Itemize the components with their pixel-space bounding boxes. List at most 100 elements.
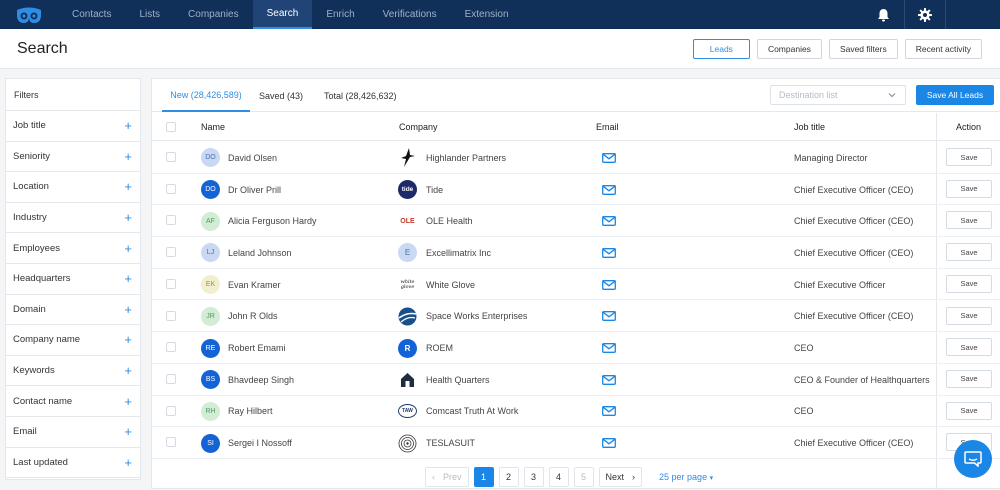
user-menu[interactable] xyxy=(946,0,1000,29)
companies-button[interactable]: Companies xyxy=(756,39,822,59)
filter-job-title[interactable]: Job title + xyxy=(6,111,140,142)
row-checkbox[interactable] xyxy=(166,342,176,353)
per-page-select[interactable]: 25 per page ▾ xyxy=(659,472,713,482)
chat-widget-icon[interactable] xyxy=(954,440,992,478)
row-checkbox[interactable] xyxy=(166,310,176,321)
lead-name[interactable]: Ray Hilbert xyxy=(228,406,273,416)
row-checkbox[interactable] xyxy=(166,437,176,448)
plus-icon[interactable]: + xyxy=(124,272,132,285)
save-lead-button[interactable]: Save xyxy=(946,306,992,325)
nav-item-search[interactable]: Search xyxy=(252,0,313,29)
plus-icon[interactable]: + xyxy=(124,395,132,408)
company-name[interactable]: Highlander Partners xyxy=(426,153,506,163)
filter-last-updated[interactable]: Last updated + xyxy=(6,448,140,479)
plus-icon[interactable]: + xyxy=(124,211,132,224)
company-name[interactable]: Comcast Truth At Work xyxy=(426,406,518,416)
filter-contact-name[interactable]: Contact name + xyxy=(6,386,140,417)
company-name[interactable]: OLE Health xyxy=(426,216,473,226)
notifications-bell-icon[interactable] xyxy=(862,0,904,29)
nav-item-companies[interactable]: Companies xyxy=(174,0,253,29)
next-page-button[interactable]: Next › xyxy=(598,467,643,487)
row-checkbox[interactable] xyxy=(166,152,176,162)
filter-email[interactable]: Email + xyxy=(6,417,140,448)
save-all-leads-button[interactable]: Save All Leads xyxy=(916,85,994,105)
page-1-button[interactable]: 1 xyxy=(473,467,494,487)
row-checkbox[interactable] xyxy=(166,278,176,289)
recent-activity-button[interactable]: Recent activity xyxy=(904,39,982,59)
app-logo-icon[interactable] xyxy=(0,0,58,29)
row-checkbox[interactable] xyxy=(166,247,176,258)
email-envelope-icon[interactable] xyxy=(602,247,616,258)
plus-icon[interactable]: + xyxy=(124,242,132,255)
lead-name[interactable]: Robert Emami xyxy=(228,343,286,353)
filter-company-name[interactable]: Company name + xyxy=(6,325,140,356)
leads-button[interactable]: Leads xyxy=(692,39,750,59)
filter-domain[interactable]: Domain + xyxy=(6,295,140,326)
save-lead-button[interactable]: Save xyxy=(946,338,992,357)
nav-item-enrich[interactable]: Enrich xyxy=(312,0,368,29)
email-envelope-icon[interactable] xyxy=(602,279,616,290)
row-checkbox[interactable] xyxy=(166,183,176,194)
email-envelope-icon[interactable] xyxy=(602,311,616,322)
page-4-button[interactable]: 4 xyxy=(548,467,569,487)
save-lead-button[interactable]: Save xyxy=(946,179,992,198)
email-envelope-icon[interactable] xyxy=(602,406,616,417)
select-all-checkbox[interactable] xyxy=(166,122,176,132)
save-lead-button[interactable]: Save xyxy=(946,401,992,420)
filter-industry[interactable]: Industry + xyxy=(6,203,140,234)
page-3-button[interactable]: 3 xyxy=(523,467,544,487)
destination-list-select[interactable]: Destination list xyxy=(770,85,906,105)
tab-new[interactable]: New (28,426,589) xyxy=(162,79,250,112)
lead-name[interactable]: Sergei I Nossoff xyxy=(228,438,292,448)
row-checkbox[interactable] xyxy=(166,215,176,226)
tab-saved[interactable]: Saved (43) xyxy=(259,79,303,112)
company-name[interactable]: Tide xyxy=(426,185,443,195)
tab-total[interactable]: Total (28,426,632) xyxy=(324,79,397,112)
lead-name[interactable]: David Olsen xyxy=(228,153,277,163)
lead-name[interactable]: Bhavdeep Singh xyxy=(228,375,294,385)
saved-filters-button[interactable]: Saved filters xyxy=(828,39,898,59)
lead-name[interactable]: Evan Kramer xyxy=(228,280,281,290)
company-name[interactable]: Space Works Enterprises xyxy=(426,311,527,321)
nav-item-extension[interactable]: Extension xyxy=(451,0,523,29)
save-lead-button[interactable]: Save xyxy=(946,243,992,262)
save-lead-button[interactable]: Save xyxy=(946,369,992,388)
plus-icon[interactable]: + xyxy=(124,119,132,132)
save-lead-button[interactable]: Save xyxy=(946,211,992,230)
plus-icon[interactable]: + xyxy=(124,180,132,193)
filter-headquarters[interactable]: Headquarters + xyxy=(6,264,140,295)
plus-icon[interactable]: + xyxy=(124,333,132,346)
email-envelope-icon[interactable] xyxy=(602,374,616,385)
plus-icon[interactable]: + xyxy=(124,364,132,377)
email-envelope-icon[interactable] xyxy=(602,343,616,353)
email-envelope-icon[interactable] xyxy=(602,184,616,195)
plus-icon[interactable]: + xyxy=(124,303,132,316)
filter-location[interactable]: Location + xyxy=(6,172,140,203)
save-lead-button[interactable]: Save xyxy=(946,148,992,166)
lead-name[interactable]: Leland Johnson xyxy=(228,248,292,258)
company-name[interactable]: ROEM xyxy=(426,343,453,353)
lead-name[interactable]: Alicia Ferguson Hardy xyxy=(228,216,317,226)
filter-keywords[interactable]: Keywords + xyxy=(6,356,140,387)
row-checkbox[interactable] xyxy=(166,373,176,384)
page-5-button[interactable]: 5 xyxy=(573,467,594,487)
page-2-button[interactable]: 2 xyxy=(498,467,519,487)
nav-item-contacts[interactable]: Contacts xyxy=(58,0,125,29)
email-envelope-icon[interactable] xyxy=(602,152,616,163)
nav-item-lists[interactable]: Lists xyxy=(125,0,174,29)
plus-icon[interactable]: + xyxy=(124,150,132,163)
plus-icon[interactable]: + xyxy=(124,425,132,438)
company-name[interactable]: White Glove xyxy=(426,280,475,290)
email-envelope-icon[interactable] xyxy=(602,216,616,227)
email-envelope-icon[interactable] xyxy=(602,438,616,449)
plus-icon[interactable]: + xyxy=(124,456,132,469)
settings-gear-icon[interactable] xyxy=(904,0,946,29)
nav-item-verifications[interactable]: Verifications xyxy=(369,0,451,29)
company-name[interactable]: Health Quarters xyxy=(426,375,490,385)
save-lead-button[interactable]: Save xyxy=(946,274,992,293)
lead-name[interactable]: Dr Oliver Prill xyxy=(228,185,281,195)
company-name[interactable]: TESLASUIT xyxy=(426,438,475,448)
row-checkbox[interactable] xyxy=(166,405,176,416)
lead-name[interactable]: John R Olds xyxy=(228,311,278,321)
filter-employees[interactable]: Employees + xyxy=(6,233,140,264)
